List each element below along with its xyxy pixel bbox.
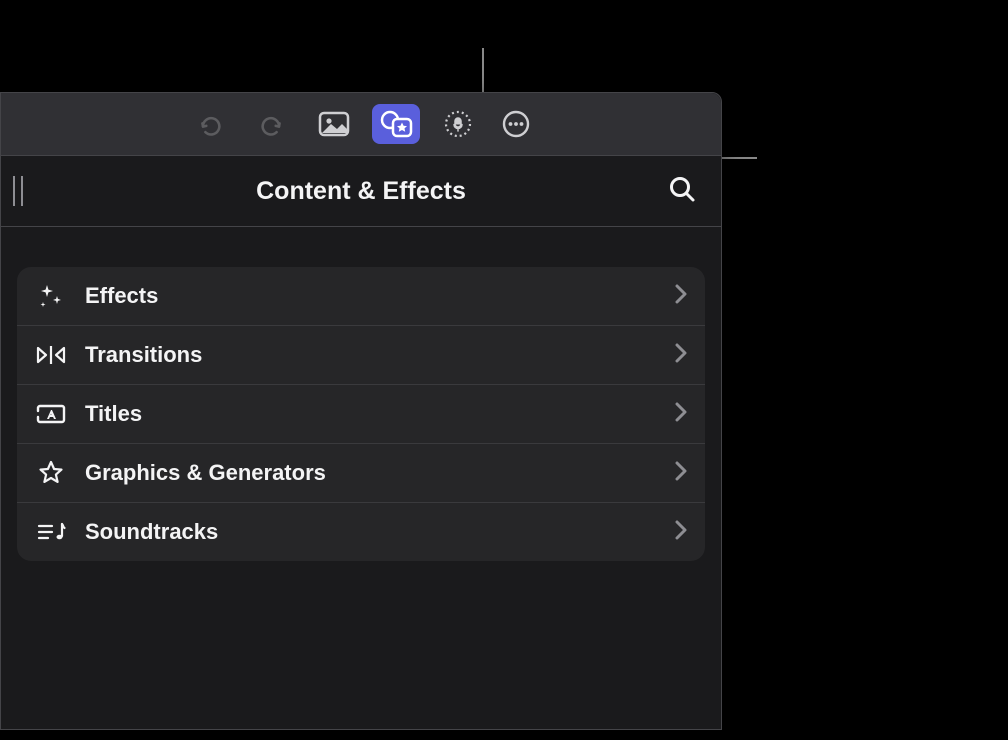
shapes-star-icon (379, 110, 413, 138)
category-soundtracks[interactable]: Soundtracks (17, 502, 705, 561)
redo-button[interactable] (248, 104, 296, 144)
chevron-right-icon (675, 520, 687, 545)
star-icon (35, 459, 67, 487)
more-options-button[interactable] (496, 104, 536, 144)
redo-icon (258, 110, 286, 138)
category-label: Soundtracks (85, 519, 657, 545)
callout-line-vertical (482, 48, 484, 96)
chevron-right-icon (675, 402, 687, 427)
record-badge-icon (443, 109, 473, 139)
chevron-right-icon (675, 284, 687, 309)
titles-icon (35, 402, 67, 426)
category-titles[interactable]: Titles (17, 384, 705, 443)
content-effects-panel: Content & Effects (0, 92, 722, 730)
chevron-right-icon (675, 343, 687, 368)
ellipsis-circle-icon (501, 109, 531, 139)
editor-toolbar (1, 93, 721, 156)
media-browser-button[interactable] (310, 104, 358, 144)
sidebar-handle-icon[interactable] (13, 176, 23, 206)
category-label: Graphics & Generators (85, 460, 657, 486)
category-label: Transitions (85, 342, 657, 368)
sparkles-icon (35, 282, 67, 310)
category-transitions[interactable]: Transitions (17, 325, 705, 384)
soundtracks-icon (35, 520, 67, 544)
photo-icon (318, 111, 350, 137)
category-effects[interactable]: Effects (17, 267, 705, 325)
transitions-icon (35, 344, 67, 366)
content-effects-button[interactable] (372, 104, 420, 144)
category-list: Effects Transitions (17, 267, 705, 561)
panel-title: Content & Effects (1, 177, 721, 206)
undo-icon (196, 110, 224, 138)
category-label: Titles (85, 401, 657, 427)
category-graphics-generators[interactable]: Graphics & Generators (17, 443, 705, 502)
search-icon (667, 174, 697, 204)
category-label: Effects (85, 283, 657, 309)
undo-button[interactable] (186, 104, 234, 144)
panel-header: Content & Effects (1, 156, 721, 227)
search-button[interactable] (667, 174, 697, 209)
chevron-right-icon (675, 461, 687, 486)
voiceover-record-button[interactable] (434, 104, 482, 144)
